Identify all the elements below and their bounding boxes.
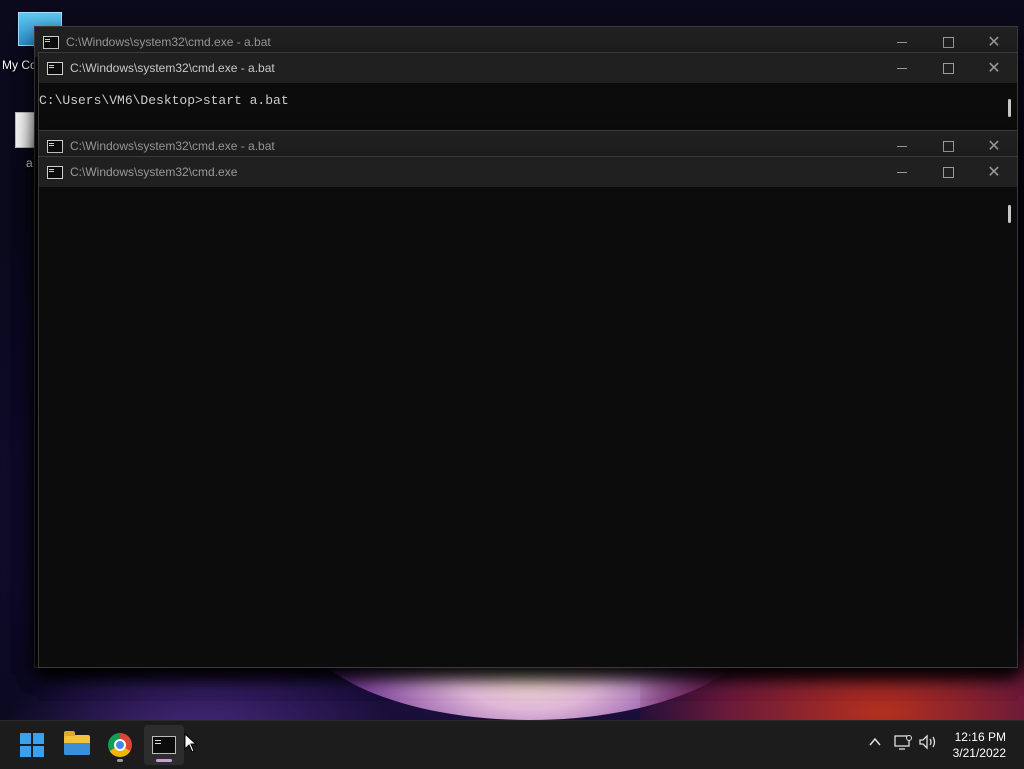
network-icon [894, 735, 912, 750]
chrome-button[interactable] [100, 725, 140, 765]
chrome-icon [108, 733, 132, 757]
clock-date: 3/21/2022 [952, 746, 1006, 760]
network-button[interactable] [894, 734, 912, 753]
mouse-cursor-icon [184, 733, 198, 753]
windows-logo-icon [20, 733, 44, 757]
running-indicator [117, 759, 123, 762]
window-title: C:\Windows\system32\cmd.exe - a.bat [66, 35, 271, 49]
title-bar[interactable]: C:\Windows\system32\cmd.exe - a.bat ✕ [39, 53, 1017, 83]
clock-time: 12:16 PM [954, 730, 1006, 744]
close-button[interactable]: ✕ [971, 53, 1017, 83]
desktop-icon-label-computer[interactable]: My Co [2, 58, 37, 72]
window-title: C:\Windows\system32\cmd.exe - a.bat [70, 139, 275, 153]
console-output[interactable]: C:\Users\VM6\Desktop>start a.bat [39, 83, 1017, 108]
window-title: C:\Windows\system32\cmd.exe [70, 165, 238, 179]
show-hidden-icons-button[interactable] [868, 735, 882, 752]
folder-icon [64, 731, 90, 755]
minimize-button[interactable] [879, 53, 925, 83]
scrollbar-thumb[interactable] [1008, 205, 1011, 223]
file-explorer-button[interactable] [57, 725, 97, 765]
title-bar[interactable]: C:\Windows\system32\cmd.exe ✕ [39, 157, 1017, 187]
start-button[interactable] [12, 725, 52, 765]
cmd-app-icon [47, 61, 63, 75]
cmd-window-4[interactable]: C:\Windows\system32\cmd.exe ✕ [38, 156, 1018, 668]
close-button[interactable]: ✕ [971, 157, 1017, 187]
volume-button[interactable] [918, 734, 938, 753]
scrollbar-thumb[interactable] [1008, 99, 1011, 117]
command-prompt-button[interactable] [144, 725, 184, 765]
terminal-icon [152, 736, 176, 754]
cmd-app-icon [43, 35, 59, 49]
active-indicator [156, 759, 172, 762]
desktop-icon-label-file[interactable]: a [26, 156, 33, 170]
minimize-button[interactable] [879, 157, 925, 187]
cmd-app-icon [47, 165, 63, 179]
window-title: C:\Windows\system32\cmd.exe - a.bat [70, 61, 275, 75]
maximize-button[interactable] [925, 53, 971, 83]
volume-icon [919, 734, 936, 750]
chevron-up-icon [869, 737, 881, 746]
taskbar: 12:16 PM 3/21/2022 [0, 720, 1024, 769]
maximize-button[interactable] [925, 157, 971, 187]
clock[interactable]: 12:16 PM 3/21/2022 [953, 729, 1006, 761]
console-output[interactable] [39, 187, 1017, 197]
cmd-app-icon [47, 139, 63, 153]
